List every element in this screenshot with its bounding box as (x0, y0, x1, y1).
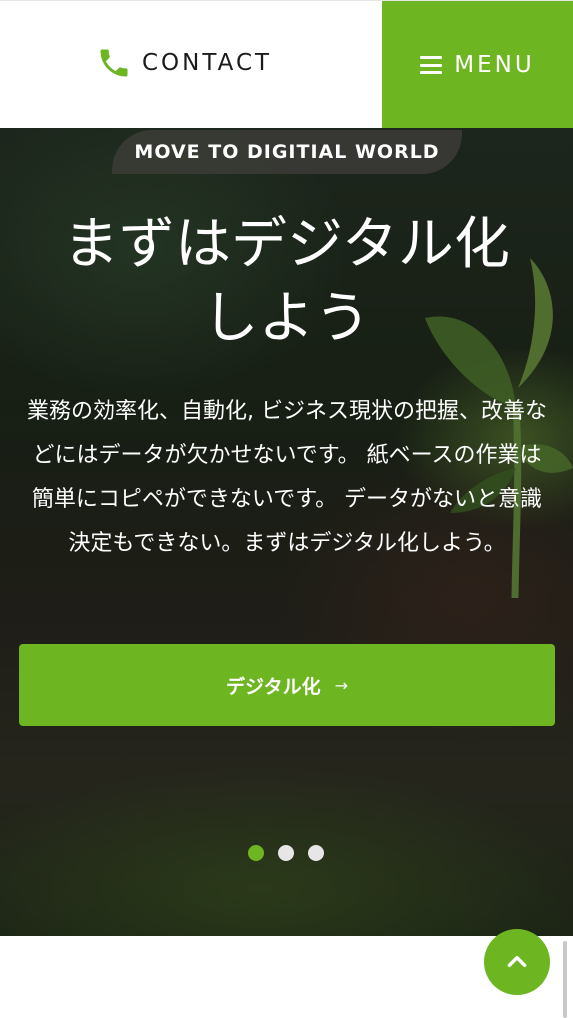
hero-description: 業務の効率化、自動化, ビジネス現状の把握、改善などにはデータが欠かせないです。… (27, 399, 547, 556)
hamburger-icon (420, 56, 443, 74)
slide-dot-3[interactable] (308, 845, 324, 861)
hero-headline: まずはデジタル化 しよう (0, 208, 573, 356)
hero-slider: MOVE TO DIGITIAL WORLD まずはデジタル化 しよう 業務の効… (0, 128, 573, 936)
headline-line-2: しよう (202, 286, 371, 351)
digitalize-button[interactable]: デジタル化 → (19, 644, 555, 726)
hero-tag-text: MOVE TO DIGITIAL WORLD (134, 141, 440, 163)
site-header: CONTACT MENU (0, 0, 573, 129)
menu-button[interactable]: MENU (382, 1, 573, 129)
contact-label: CONTACT (142, 50, 273, 76)
slider-pagination (248, 845, 324, 861)
arrow-right-icon: → (334, 675, 349, 695)
contact-link[interactable]: CONTACT (96, 41, 272, 85)
scroll-to-top-button[interactable] (484, 929, 550, 995)
hero-tag: MOVE TO DIGITIAL WORLD (112, 130, 462, 174)
cta-label: デジタル化 (225, 675, 321, 698)
scrollbar-thumb[interactable] (563, 941, 567, 1018)
phone-icon (100, 49, 128, 77)
chevron-up-icon (507, 955, 527, 967)
menu-label: MENU (454, 52, 535, 78)
slide-dot-2[interactable] (278, 845, 294, 861)
slide-dot-1[interactable] (248, 845, 264, 861)
headline-line-1: まずはデジタル化 (63, 212, 510, 277)
